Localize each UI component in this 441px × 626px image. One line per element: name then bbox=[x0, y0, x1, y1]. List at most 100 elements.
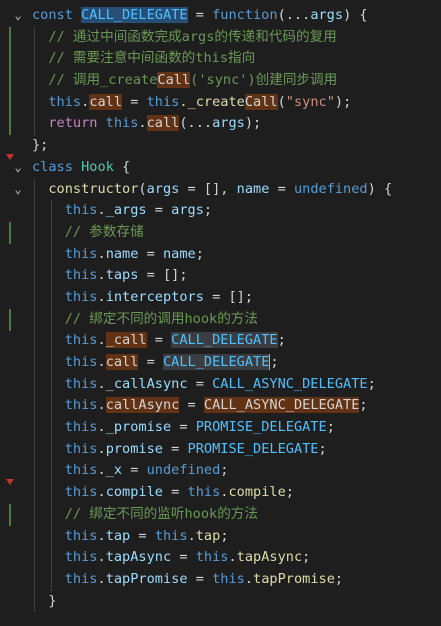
indent-guide bbox=[34, 568, 35, 591]
punctuation-token: . bbox=[97, 354, 106, 370]
code-line[interactable]: } bbox=[32, 590, 437, 613]
code-line[interactable]: this.taps = []; bbox=[32, 265, 437, 287]
property-token: tapPromise bbox=[105, 570, 188, 587]
breakpoint-marker-icon[interactable] bbox=[6, 479, 14, 485]
code-line[interactable]: this._call = CALL_DELEGATE; bbox=[32, 330, 437, 352]
code-line[interactable]: // 通过中间函数完成args的传递和代码的复用 bbox=[32, 26, 437, 49]
property-token: compile bbox=[105, 484, 163, 501]
keyword-token: this bbox=[146, 93, 180, 110]
highlighted-property-token: call bbox=[105, 354, 139, 370]
code-line[interactable]: this._args = args; bbox=[32, 200, 437, 222]
punctuation-token: ; bbox=[270, 354, 279, 370]
keyword-token: this bbox=[64, 527, 98, 544]
operator-token: = bbox=[130, 527, 155, 544]
variable-token: name bbox=[163, 245, 196, 262]
punctuation-token: . bbox=[138, 115, 147, 132]
punctuation-token: . bbox=[187, 527, 196, 544]
indent-guide bbox=[34, 265, 35, 287]
code-line[interactable]: // 需要注意中间函数的this指向 bbox=[32, 48, 437, 71]
punctuation-token: { bbox=[113, 158, 131, 175]
code-line[interactable]: // 调用_createCall('sync')创建同步调用 bbox=[32, 70, 437, 92]
code-line[interactable]: // 绑定不同的调用hook的方法 bbox=[32, 308, 437, 331]
indent-guide bbox=[34, 286, 35, 309]
code-line[interactable]: this._promise = PROMISE_DELEGATE; bbox=[32, 417, 437, 439]
code-content[interactable]: const CALL_DELEGATE = function(...args) … bbox=[32, 5, 437, 613]
fold-chevron-down-icon[interactable]: ⌄ bbox=[11, 160, 25, 174]
code-line[interactable]: // 参数存储 bbox=[32, 221, 437, 244]
punctuation-token: ; bbox=[277, 332, 286, 349]
git-change-indicator[interactable] bbox=[9, 309, 11, 331]
fold-chevron-down-icon[interactable]: ⌄ bbox=[11, 8, 25, 22]
git-change-indicator[interactable] bbox=[9, 222, 11, 244]
git-change-indicator[interactable] bbox=[9, 27, 11, 135]
code-editor[interactable]: ⌄ ⌄ ⌄ const CALL_DELEGATE = function(...… bbox=[0, 0, 441, 626]
code-line[interactable]: this.tapAsync = this.tapAsync; bbox=[32, 547, 437, 569]
punctuation-token: . bbox=[97, 462, 106, 479]
keyword-token: undefined bbox=[146, 462, 221, 479]
operator-token: = bbox=[162, 484, 188, 501]
code-line[interactable]: this.tap = this.tap; bbox=[32, 525, 437, 548]
parameter-token: name bbox=[236, 180, 270, 197]
punctuation-token: . bbox=[97, 440, 106, 457]
operator-token: = bbox=[171, 549, 196, 566]
indent-guide bbox=[51, 265, 52, 287]
indent-guide bbox=[34, 503, 35, 526]
git-change-indicator[interactable] bbox=[9, 504, 11, 526]
code-line[interactable]: return this.call(...args); bbox=[32, 113, 437, 136]
comment-token: ('sync')创建同步调用 bbox=[190, 72, 338, 89]
fold-chevron-down-icon[interactable]: ⌄ bbox=[11, 182, 25, 196]
selected-identifier-token: CALL_DELEGATE bbox=[81, 7, 188, 23]
code-line[interactable]: this._callAsync = CALL_ASYNC_DELEGATE; bbox=[32, 373, 437, 396]
code-line[interactable]: this._x = undefined; bbox=[32, 460, 437, 483]
code-line[interactable]: const CALL_DELEGATE = function(...args) … bbox=[32, 5, 437, 27]
editor-gutter: ⌄ ⌄ ⌄ bbox=[0, 0, 30, 626]
method-token: compile bbox=[228, 484, 286, 501]
indent-guide bbox=[34, 460, 35, 483]
code-line[interactable]: this.interceptors = []; bbox=[32, 286, 437, 309]
comment-token: // 绑定不同的调用hook的方法 bbox=[64, 310, 258, 327]
punctuation-token: ; bbox=[285, 484, 294, 501]
indent-guide bbox=[34, 482, 35, 504]
punctuation-token: ; bbox=[195, 245, 204, 262]
keyword-token: this bbox=[64, 440, 98, 457]
punctuation-token: }; bbox=[32, 137, 49, 154]
code-line[interactable]: class Hook { bbox=[32, 157, 437, 179]
operator-token: = bbox=[146, 332, 172, 349]
indent-guide bbox=[34, 221, 35, 244]
constant-token: PROMISE_DELEGATE bbox=[195, 419, 327, 436]
code-line[interactable]: this.call = this._createCall("sync"); bbox=[32, 91, 437, 114]
code-line[interactable]: constructor(args = [], name = undefined)… bbox=[32, 178, 437, 201]
keyword-token: this bbox=[64, 375, 98, 392]
indent-guide bbox=[51, 525, 52, 548]
punctuation-token: ) { bbox=[367, 180, 393, 197]
parameter-token: args bbox=[310, 7, 344, 23]
punctuation-token: . bbox=[97, 288, 106, 305]
code-line[interactable]: this.tapPromise = this.tapPromise; bbox=[32, 568, 437, 591]
highlighted-property-token: _call bbox=[105, 332, 147, 349]
property-token: _promise bbox=[105, 419, 172, 436]
code-line[interactable]: }; bbox=[32, 135, 437, 157]
punctuation-token: ); bbox=[334, 93, 352, 110]
code-line[interactable]: this.name = name; bbox=[32, 243, 437, 266]
punctuation-token: ; bbox=[302, 549, 311, 566]
keyword-token: this bbox=[64, 549, 98, 566]
punctuation-token: . bbox=[97, 527, 106, 544]
keyword-token: this bbox=[64, 419, 98, 436]
keyword-token: this bbox=[64, 202, 98, 219]
indent-guide bbox=[51, 308, 52, 331]
punctuation-token: . bbox=[97, 484, 106, 501]
indent-guide bbox=[34, 113, 35, 136]
code-line[interactable]: this.compile = this.compile; bbox=[32, 482, 437, 504]
indent-guide bbox=[34, 200, 35, 222]
operator-token: = bbox=[269, 180, 294, 197]
code-line[interactable]: // 绑定不同的监听hook的方法 bbox=[32, 503, 437, 526]
breakpoint-marker-icon[interactable] bbox=[6, 154, 14, 160]
code-line[interactable]: this.call = CALL_DELEGATE; bbox=[32, 352, 437, 374]
indent-guide bbox=[51, 200, 52, 222]
punctuation-token: } bbox=[48, 592, 57, 609]
constant-token: PROMISE_DELEGATE bbox=[187, 440, 319, 457]
code-line[interactable]: this.callAsync = CALL_ASYNC_DELEGATE; bbox=[32, 395, 437, 418]
code-line[interactable]: this.promise = PROMISE_DELEGATE; bbox=[32, 438, 437, 461]
property-token: _callAsync bbox=[105, 375, 188, 392]
punctuation-token: . bbox=[97, 245, 106, 262]
